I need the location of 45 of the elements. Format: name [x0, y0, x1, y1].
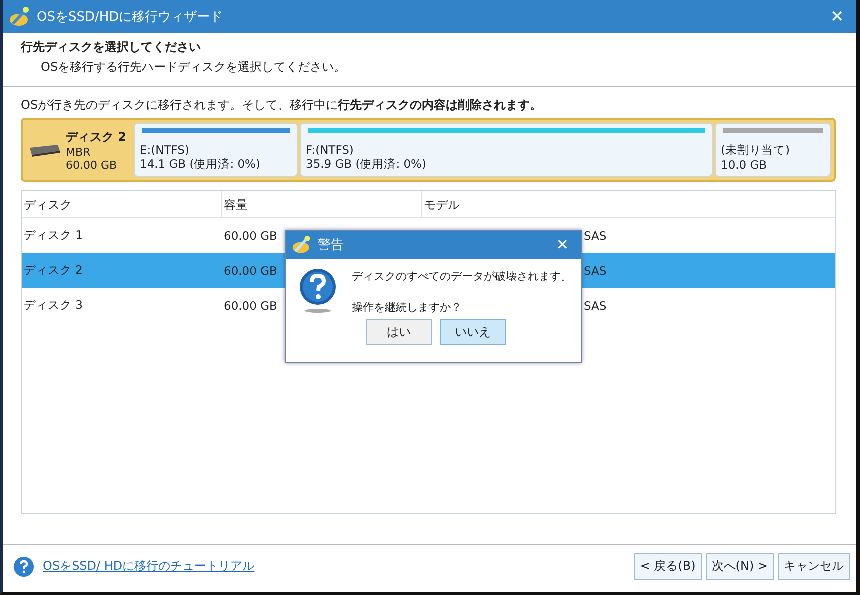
table-cell[interactable]: ディスク 3 [22, 288, 222, 323]
dialog-button[interactable]: はい [366, 319, 432, 345]
nav-button[interactable]: キャンセル [778, 553, 850, 580]
table-cell[interactable]: SAS [582, 253, 835, 288]
column-header[interactable]: ディスク [22, 191, 222, 217]
table-cell[interactable]: ディスク 1 [22, 218, 222, 253]
table-cell[interactable]: SAS [582, 218, 835, 253]
disk-name: ディスク 2 [66, 128, 127, 146]
dialog-button[interactable]: いいえ [440, 319, 506, 345]
wand-icon [292, 235, 312, 255]
step-subtitle: OSを移行する行先ハードディスクを選択してください。 [40, 59, 348, 76]
table-cell[interactable]: 60.00 GB [222, 288, 285, 323]
partition-block[interactable]: F:(NTFS) 35.9 GB (使用済: 0%) [300, 123, 713, 177]
column-header[interactable]: モデル [422, 191, 835, 217]
table-cell[interactable]: SAS [582, 288, 835, 323]
dialog-message: ディスクのすべてのデータが破壊されます。 [352, 269, 572, 284]
partition-label: F:(NTFS) [306, 143, 355, 157]
close-button[interactable]: ✕ [550, 235, 575, 255]
disk-size: 60.00 GB [66, 158, 118, 172]
partition-label: (未割り当て) [721, 143, 791, 158]
disk-type: MBR [66, 146, 92, 158]
partition-label: E:(NTFS) [140, 143, 190, 157]
wand-icon [9, 6, 31, 28]
partition-detail: 14.1 GB (使用済: 0%) [140, 157, 262, 172]
partition-block[interactable]: E:(NTFS) 14.1 GB (使用済: 0%) [134, 123, 298, 177]
help-icon [13, 556, 35, 578]
table-cell[interactable]: ディスク 2 [22, 253, 222, 288]
close-button[interactable]: ✕ [824, 6, 850, 27]
table-cell[interactable]: 60.00 GB [222, 218, 285, 253]
step-title: 行先ディスクを選択してください [21, 39, 202, 56]
tutorial-link[interactable]: OSをSSD/ HDに移行のチュートリアル [43, 558, 255, 575]
nav-button[interactable]: < 戻る(B) [634, 553, 702, 580]
hard-drive-icon [28, 143, 62, 157]
window-title: OSをSSD/HDに移行ウィザード [37, 8, 224, 26]
question-icon [298, 267, 338, 315]
partition-block[interactable]: (未割り当て) 10.0 GB [715, 123, 831, 177]
nav-button[interactable]: 次へ(N) > [706, 553, 774, 580]
partition-detail: 35.9 GB (使用済: 0%) [306, 157, 428, 172]
column-header[interactable]: 容量 [222, 191, 422, 217]
partition-detail: 10.0 GB [721, 158, 768, 172]
table-cell[interactable]: 60.00 GB [222, 253, 285, 288]
disk-map[interactable]: ディスク 2 MBR 60.00 GB E:(NTFS) 14.1 GB (使用済: 0%) F:(NTFS) 35.9 GB (使用済: 0%) (未割り当て) 10.0 GB [21, 118, 836, 182]
warning-text: OSが行き先のディスクに移行されます。そして、移行中に行先ディスクの内容は削除されます。 [21, 97, 544, 114]
dialog-title: 警告 [318, 237, 344, 254]
dialog-question: 操作を継続しますか？ [352, 300, 463, 315]
